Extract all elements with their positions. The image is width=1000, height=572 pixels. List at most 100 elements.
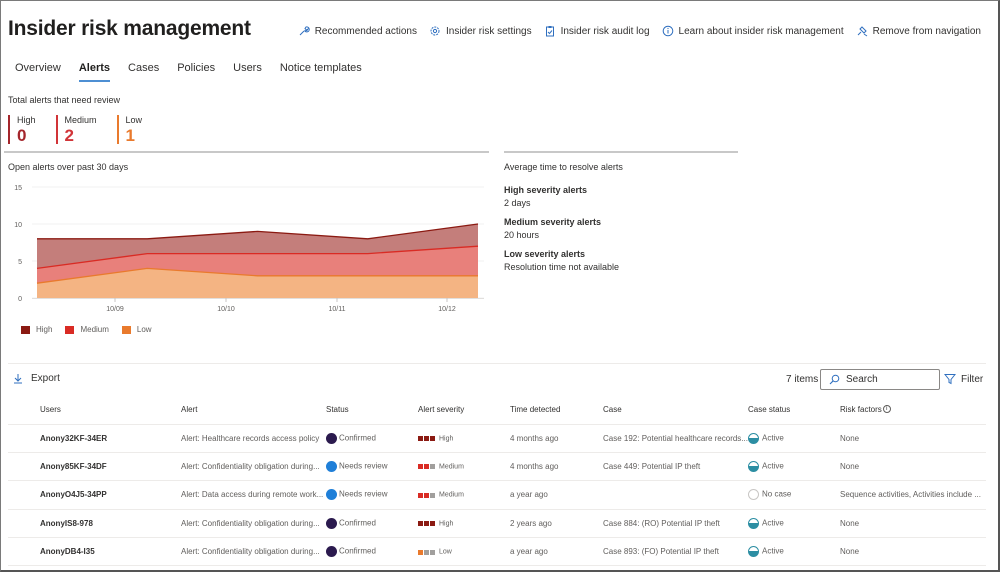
column-header-risk-factors[interactable]: Risk factors i [840,396,986,425]
column-header-case[interactable]: Case [603,396,748,425]
cell-alert[interactable]: Alert: Confidentiality obligation during… [181,452,326,482]
learn-about-link[interactable]: Learn about insider risk management [662,25,844,37]
severity-bars-icon [418,492,435,498]
recommended-actions-link[interactable]: Recommended actions [298,25,417,37]
case-status-text: Active [762,518,784,528]
cell-alert[interactable]: Alert: Confidentiality obligation during… [181,509,326,539]
cell-case[interactable]: Case 884: (RO) Potential IP theft [603,509,748,539]
severity-text: Low [439,548,452,556]
high-count-value: 0 [17,126,27,145]
filter-icon [944,374,956,385]
cell-case[interactable]: Case 893: (FO) Potential IP theft [603,537,748,567]
legend-item-high[interactable]: High [21,325,52,334]
average-resolve-panel: Average time to resolve alerts High seve… [504,162,623,281]
column-header-alert-severity[interactable]: Alert severity [418,396,510,425]
status-dot-icon [326,517,337,529]
high-count-label: High [17,115,36,125]
low-count-label: Low [125,115,143,125]
cell-severity: High [418,424,510,453]
table-row[interactable]: Anony85KF-34DF Alert: Confidentiality obl… [8,452,986,482]
cell-user[interactable]: Anony85KF-34DF [8,452,181,482]
legend-item-medium[interactable]: Medium [65,325,109,334]
severity-bar [430,436,435,442]
cell-alert[interactable]: Alert: Confidentiality obligation during… [181,537,326,567]
status-text: Needs review [339,490,388,500]
legend-swatch-low [121,325,131,334]
severity-bar [430,464,435,470]
table-row[interactable]: AnonyDB4-I35 Alert: Confidentiality oblig… [8,537,986,567]
cell-status: Confirmed [326,509,418,539]
table-row[interactable]: Anony32KF-34ER Alert: Healthcare records … [8,424,986,453]
resolve-medium: Medium severity alerts 20 hours [504,217,623,240]
column-header-case-status[interactable]: Case status [748,396,840,425]
tab-cases[interactable]: Cases [128,62,159,80]
cell-case[interactable] [603,480,748,510]
legend-item-low[interactable]: Low [121,325,152,334]
medium-count-label: Medium [64,115,97,125]
severity-counts: High 0 Medium 2 Low 1 [8,115,142,144]
tab-policies[interactable]: Policies [177,62,215,80]
case-active-icon [748,517,759,529]
cell-risk-factors: Sequence activities, Activities include … [840,480,986,510]
insider-risk-audit-log-link[interactable]: Insider risk audit log [544,25,650,37]
column-header-alert[interactable]: Alert [181,396,326,425]
low-count[interactable]: Low 1 [116,115,143,144]
case-status-text: Active [762,433,784,443]
clipboard-icon [545,26,554,37]
filter-label: Filter [961,373,984,385]
filter-button[interactable]: Filter [944,373,983,385]
column-header-status[interactable]: Status [326,396,418,425]
cell-severity: Low [418,537,510,567]
high-count[interactable]: High 0 [8,115,36,144]
insider-risk-settings-link[interactable]: Insider risk settings [429,25,532,37]
table-row[interactable]: AnonyO4J5-34PP Alert: Data access during … [8,480,986,510]
tab-notice-templates[interactable]: Notice templates [280,62,362,80]
cell-case-status: No case [748,480,840,510]
tab-users[interactable]: Users [233,62,262,80]
cell-time-detected: 2 years ago [510,509,603,539]
unpin-icon [857,26,867,37]
page-title: Insider risk management [8,17,251,40]
insider-risk-settings-label: Insider risk settings [445,25,532,37]
search-placeholder: Search [846,374,878,385]
search-input[interactable]: Search [820,369,940,390]
cell-case[interactable]: Case 449: Potential IP theft [603,452,748,482]
cell-time-detected: 4 months ago [510,452,603,482]
cell-case[interactable]: Case 192: Potential healthcare records..… [603,424,748,453]
cell-case-status: Active [748,452,840,482]
cell-user[interactable]: AnonyDB4-I35 [8,537,181,567]
tab-alerts[interactable]: Alerts [78,62,111,82]
cell-case-status: Active [748,537,840,567]
table-row[interactable]: AnonyIS8-978 Alert: Confidentiality oblig… [8,509,986,539]
resolve-medium-value: 20 hours [504,230,540,240]
cell-severity: High [418,509,510,539]
case-status-text: Active [762,461,784,471]
cell-alert[interactable]: Alert: Data access during remote work... [181,480,326,510]
severity-bar [418,436,423,442]
resolve-low: Low severity alerts Resolution time not … [504,249,623,272]
chart-legend: High Medium Low [21,325,152,334]
column-header-time-detected[interactable]: Time detected [510,396,603,425]
total-alerts-label: Total alerts that need review [8,95,121,105]
gear-icon [430,26,440,36]
severity-bar [430,521,435,527]
remove-from-navigation-link[interactable]: Remove from navigation [856,25,981,37]
learn-about-label: Learn about insider risk management [678,25,844,37]
cell-user[interactable]: AnonyIS8-978 [8,509,181,539]
cell-user[interactable]: Anony32KF-34ER [8,424,181,453]
info-icon[interactable]: i [882,405,891,414]
tab-overview[interactable]: Overview [15,62,61,80]
alerts-table: Users Alert Status Alert severity Time d… [8,396,986,567]
column-header-users[interactable]: Users [8,396,181,425]
header-actions: Recommended actions Insider risk setting… [298,25,981,37]
severity-bar [424,521,429,527]
remove-from-navigation-label: Remove from navigation [872,25,981,37]
open-alerts-chart: 0 5 10 15 10/09 10/10 10/11 10/12 [14,185,484,313]
medium-count[interactable]: Medium 2 [55,115,97,144]
severity-bar [430,492,435,498]
export-button[interactable]: Export [13,373,60,384]
resolve-high: High severity alerts 2 days [504,185,623,208]
legend-label-medium: Medium [80,325,109,334]
cell-alert[interactable]: Alert: Healthcare records access policy [181,424,326,453]
cell-user[interactable]: AnonyO4J5-34PP [8,480,181,510]
